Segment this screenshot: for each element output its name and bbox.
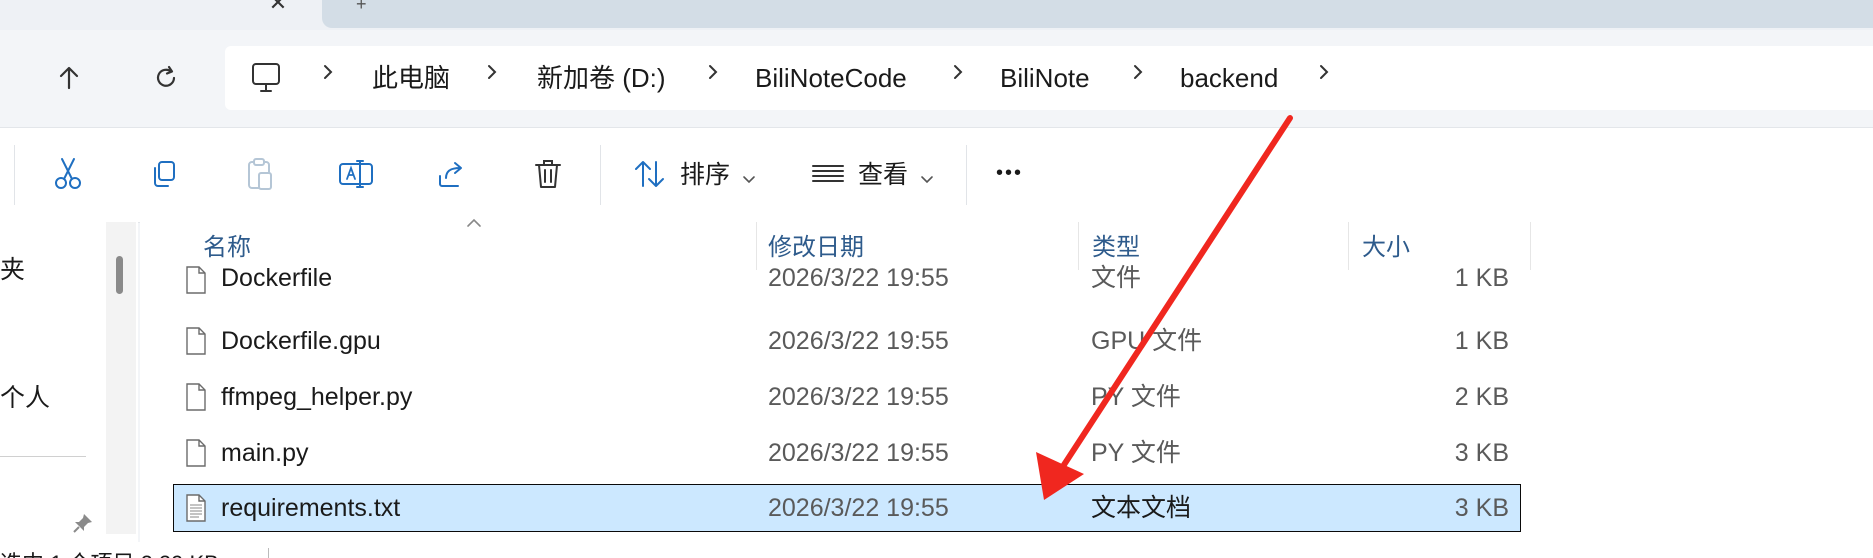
copy-button[interactable] bbox=[142, 152, 186, 196]
cut-button[interactable] bbox=[46, 152, 90, 196]
computer-icon[interactable] bbox=[250, 61, 286, 95]
sort-button[interactable]: 排序 bbox=[680, 158, 730, 192]
breadcrumb-item-drive-d[interactable]: 新加卷 (D:) bbox=[537, 60, 666, 96]
scissors-icon bbox=[55, 158, 81, 189]
sort-icon-wrap[interactable] bbox=[628, 152, 672, 196]
column-header-size[interactable]: 大小 bbox=[1362, 232, 1410, 264]
delete-button[interactable] bbox=[526, 152, 570, 196]
breadcrumb-chevron-icon[interactable] bbox=[703, 60, 723, 96]
sidebar-divider bbox=[0, 456, 86, 457]
sort-ascending-caret-icon bbox=[467, 218, 481, 227]
file-row[interactable]: Dockerfile 2026/3/22 19:55 文件 1 KB bbox=[173, 262, 1521, 306]
toolbar-separator bbox=[600, 145, 601, 205]
new-tab-area[interactable] bbox=[322, 0, 1873, 28]
refresh-button[interactable] bbox=[146, 58, 186, 98]
file-icon bbox=[186, 327, 206, 355]
column-separator[interactable] bbox=[1530, 222, 1531, 270]
file-size: 3 KB bbox=[1454, 439, 1509, 467]
sidebar-item-folder[interactable]: 夹 bbox=[0, 250, 25, 286]
file-row[interactable]: ffmpeg_helper.py 2026/3/22 19:55 PY 文件 2… bbox=[173, 373, 1521, 421]
up-button[interactable] bbox=[49, 58, 89, 98]
breadcrumb-item-this-pc[interactable]: 此电脑 bbox=[372, 60, 450, 96]
file-size: 3 KB bbox=[1454, 494, 1509, 522]
file-explorer-window: ✕ + 此电脑 新加卷 (D:) BiliNoteCode BiliNote b… bbox=[0, 0, 1873, 558]
list-view-icon bbox=[812, 165, 844, 182]
new-tab-plus-icon[interactable]: + bbox=[356, 0, 367, 15]
trash-icon bbox=[535, 160, 561, 188]
view-button[interactable]: 查看 bbox=[858, 158, 908, 192]
breadcrumb-item-backend[interactable]: backend bbox=[1180, 60, 1278, 96]
sort-icon bbox=[635, 161, 664, 187]
file-size: 1 KB bbox=[1454, 264, 1509, 292]
file-icon bbox=[186, 383, 206, 411]
file-date: 2026/3/22 19:55 bbox=[768, 439, 949, 467]
breadcrumb-chevron-icon[interactable] bbox=[1314, 60, 1334, 96]
file-row[interactable]: Dockerfile.gpu 2026/3/22 19:55 GPU 文件 1 … bbox=[173, 317, 1521, 365]
share-icon bbox=[439, 162, 462, 187]
copy-icon bbox=[154, 161, 175, 187]
file-size: 2 KB bbox=[1454, 383, 1509, 411]
toolbar-separator bbox=[966, 145, 967, 205]
view-icon-wrap[interactable] bbox=[806, 152, 850, 196]
file-size: 1 KB bbox=[1454, 327, 1509, 355]
view-chevron-down-icon[interactable] bbox=[920, 172, 934, 190]
file-name: main.py bbox=[221, 439, 309, 467]
file-date: 2026/3/22 19:55 bbox=[768, 264, 949, 292]
clipboard-icon bbox=[248, 158, 272, 190]
rename-button[interactable] bbox=[334, 152, 378, 196]
text-document-icon bbox=[186, 494, 206, 522]
share-button[interactable] bbox=[430, 152, 474, 196]
file-row-selected[interactable]: requirements.txt 2026/3/22 19:55 文本文档 3 … bbox=[173, 484, 1521, 532]
file-date: 2026/3/22 19:55 bbox=[768, 494, 949, 522]
file-icon bbox=[186, 439, 206, 467]
more-options-button[interactable]: ••• bbox=[996, 156, 1023, 190]
file-name: ffmpeg_helper.py bbox=[221, 383, 413, 411]
rename-icon bbox=[339, 160, 373, 188]
file-row[interactable]: main.py 2026/3/22 19:55 PY 文件 3 KB bbox=[173, 429, 1521, 477]
file-type: PY 文件 bbox=[1091, 383, 1181, 411]
refresh-icon bbox=[156, 65, 176, 87]
file-name: requirements.txt bbox=[221, 494, 401, 522]
file-type: PY 文件 bbox=[1091, 439, 1181, 467]
toolbar-separator bbox=[14, 145, 15, 205]
file-date: 2026/3/22 19:55 bbox=[768, 383, 949, 411]
tab-close-icon[interactable]: ✕ bbox=[266, 0, 290, 14]
file-date: 2026/3/22 19:55 bbox=[768, 327, 949, 355]
file-icon bbox=[186, 266, 206, 294]
file-type: 文件 bbox=[1091, 264, 1142, 292]
status-bar bbox=[0, 542, 1873, 558]
file-name: Dockerfile bbox=[221, 264, 333, 292]
paste-button[interactable] bbox=[238, 152, 282, 196]
sort-chevron-down-icon[interactable] bbox=[742, 172, 756, 190]
arrow-up-icon bbox=[59, 66, 79, 90]
breadcrumb-item-bilinotecode[interactable]: BiliNoteCode bbox=[755, 60, 907, 96]
breadcrumb-chevron-icon[interactable] bbox=[482, 60, 502, 96]
status-selection-text: 选中 1 个项目 2.29 KB bbox=[0, 546, 219, 558]
breadcrumb-chevron-icon[interactable] bbox=[318, 60, 338, 96]
breadcrumb-chevron-icon[interactable] bbox=[1128, 60, 1148, 96]
pin-icon[interactable] bbox=[72, 512, 94, 539]
breadcrumb-chevron-icon[interactable] bbox=[948, 60, 968, 96]
file-type: 文本文档 bbox=[1091, 494, 1192, 522]
status-separator bbox=[268, 548, 269, 558]
sidebar-scrollbar-thumb[interactable] bbox=[116, 256, 123, 294]
sidebar-item-personal[interactable]: 个人 bbox=[0, 378, 50, 414]
file-name: Dockerfile.gpu bbox=[221, 327, 381, 355]
file-type: GPU 文件 bbox=[1091, 327, 1203, 355]
breadcrumb-item-bilinote[interactable]: BiliNote bbox=[1000, 60, 1090, 96]
